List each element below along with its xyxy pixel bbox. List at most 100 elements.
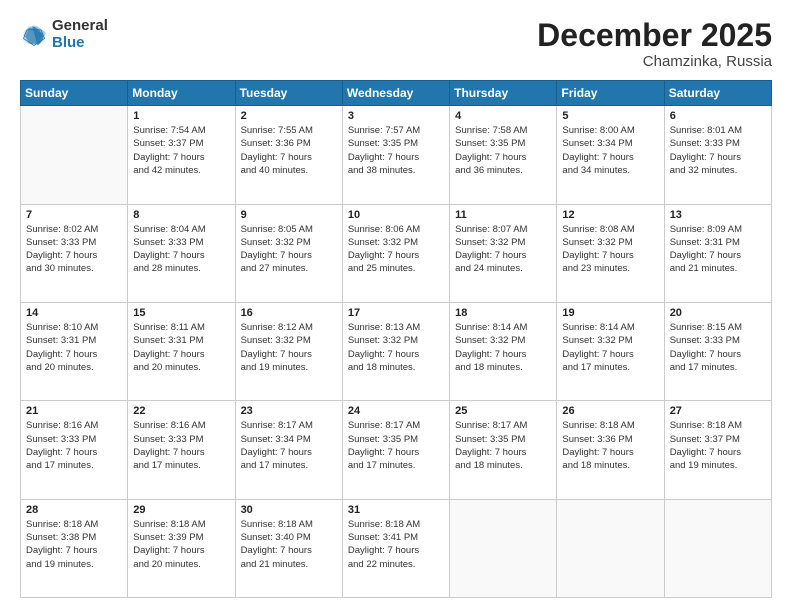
day-info: Sunrise: 8:18 AMSunset: 3:37 PMDaylight:… [670,419,766,472]
day-number: 17 [348,307,444,319]
logo-icon [20,21,48,49]
day-number: 8 [133,209,229,221]
day-number: 28 [26,504,122,516]
table-row: 11Sunrise: 8:07 AMSunset: 3:32 PMDayligh… [450,204,557,302]
table-row: 16Sunrise: 8:12 AMSunset: 3:32 PMDayligh… [235,302,342,400]
calendar-header-row: Sunday Monday Tuesday Wednesday Thursday… [21,81,772,106]
day-info: Sunrise: 8:18 AMSunset: 3:38 PMDaylight:… [26,518,122,571]
table-row [450,499,557,597]
table-row [557,499,664,597]
table-row: 27 Sunrise: 8:18 AMSunset: 3:37 PMDayligh… [664,401,771,499]
table-row: 9Sunrise: 8:05 AMSunset: 3:32 PMDaylight… [235,204,342,302]
day-info: Sunrise: 8:17 AMSunset: 3:34 PMDaylight:… [241,419,337,472]
day-info: Sunrise: 8:15 AMSunset: 3:33 PMDaylight:… [670,321,766,374]
table-row: 2 Sunrise: 7:55 AMSunset: 3:36 PMDaylight… [235,106,342,204]
day-number: 6 [670,110,766,122]
logo-general: General [52,18,108,35]
col-wednesday: Wednesday [342,81,449,106]
table-row: 1 Sunrise: 7:54 AMSunset: 3:37 PMDaylight… [128,106,235,204]
day-number: 20 [670,307,766,319]
day-number: 16 [241,307,337,319]
title-block: December 2025 Chamzinka, Russia [537,18,772,70]
day-number: 25 [455,405,551,417]
day-info: Sunrise: 7:57 AMSunset: 3:35 PMDaylight:… [348,124,444,177]
location: Chamzinka, Russia [537,53,772,70]
calendar-week-row: 1 Sunrise: 7:54 AMSunset: 3:37 PMDaylight… [21,106,772,204]
table-row: 10 Sunrise: 8:06 AMSunset: 3:32 PMDayligh… [342,204,449,302]
table-row: 18Sunrise: 8:14 AMSunset: 3:32 PMDayligh… [450,302,557,400]
table-row: 12Sunrise: 8:08 AMSunset: 3:32 PMDayligh… [557,204,664,302]
day-number: 21 [26,405,122,417]
table-row [21,106,128,204]
table-row: 15 Sunrise: 8:11 AMSunset: 3:31 PMDayligh… [128,302,235,400]
month-title: December 2025 [537,18,772,53]
table-row: 30 Sunrise: 8:18 AMSunset: 3:40 PMDayligh… [235,499,342,597]
day-number: 19 [562,307,658,319]
day-number: 26 [562,405,658,417]
day-info: Sunrise: 8:16 AMSunset: 3:33 PMDaylight:… [26,419,122,472]
day-number: 15 [133,307,229,319]
logo-text: General Blue [52,18,108,51]
day-info: Sunrise: 8:06 AMSunset: 3:32 PMDaylight:… [348,223,444,276]
day-number: 4 [455,110,551,122]
calendar-week-row: 14Sunrise: 8:10 AMSunset: 3:31 PMDayligh… [21,302,772,400]
day-info: Sunrise: 8:18 AMSunset: 3:39 PMDaylight:… [133,518,229,571]
logo-blue: Blue [52,35,108,52]
table-row: 26Sunrise: 8:18 AMSunset: 3:36 PMDayligh… [557,401,664,499]
day-number: 29 [133,504,229,516]
day-number: 30 [241,504,337,516]
day-info: Sunrise: 8:07 AMSunset: 3:32 PMDaylight:… [455,223,551,276]
day-number: 2 [241,110,337,122]
day-info: Sunrise: 8:00 AMSunset: 3:34 PMDaylight:… [562,124,658,177]
day-info: Sunrise: 8:09 AMSunset: 3:31 PMDaylight:… [670,223,766,276]
day-info: Sunrise: 7:54 AMSunset: 3:37 PMDaylight:… [133,124,229,177]
calendar-table: Sunday Monday Tuesday Wednesday Thursday… [20,80,772,598]
table-row: 6 Sunrise: 8:01 AMSunset: 3:33 PMDaylight… [664,106,771,204]
day-number: 1 [133,110,229,122]
table-row: 21 Sunrise: 8:16 AMSunset: 3:33 PMDayligh… [21,401,128,499]
table-row: 28 Sunrise: 8:18 AMSunset: 3:38 PMDayligh… [21,499,128,597]
table-row: 14Sunrise: 8:10 AMSunset: 3:31 PMDayligh… [21,302,128,400]
table-row: 3 Sunrise: 7:57 AMSunset: 3:35 PMDaylight… [342,106,449,204]
table-row: 20 Sunrise: 8:15 AMSunset: 3:33 PMDayligh… [664,302,771,400]
table-row: 7 Sunrise: 8:02 AMSunset: 3:33 PMDaylight… [21,204,128,302]
table-row: 4 Sunrise: 7:58 AMSunset: 3:35 PMDaylight… [450,106,557,204]
day-info: Sunrise: 7:55 AMSunset: 3:36 PMDaylight:… [241,124,337,177]
table-row: 29 Sunrise: 8:18 AMSunset: 3:39 PMDayligh… [128,499,235,597]
day-info: Sunrise: 8:02 AMSunset: 3:33 PMDaylight:… [26,223,122,276]
day-number: 3 [348,110,444,122]
day-number: 13 [670,209,766,221]
table-row: 19 Sunrise: 8:14 AMSunset: 3:32 PMDayligh… [557,302,664,400]
table-row: 22Sunrise: 8:16 AMSunset: 3:33 PMDayligh… [128,401,235,499]
col-saturday: Saturday [664,81,771,106]
table-row: 25 Sunrise: 8:17 AMSunset: 3:35 PMDayligh… [450,401,557,499]
day-number: 27 [670,405,766,417]
page-header: General Blue December 2025 Chamzinka, Ru… [20,18,772,70]
calendar-week-row: 7 Sunrise: 8:02 AMSunset: 3:33 PMDaylight… [21,204,772,302]
day-info: Sunrise: 8:18 AMSunset: 3:41 PMDaylight:… [348,518,444,571]
table-row: 23 Sunrise: 8:17 AMSunset: 3:34 PMDayligh… [235,401,342,499]
table-row: 31 Sunrise: 8:18 AMSunset: 3:41 PMDayligh… [342,499,449,597]
col-tuesday: Tuesday [235,81,342,106]
day-info: Sunrise: 8:18 AMSunset: 3:40 PMDaylight:… [241,518,337,571]
col-friday: Friday [557,81,664,106]
day-info: Sunrise: 8:01 AMSunset: 3:33 PMDaylight:… [670,124,766,177]
table-row: 5Sunrise: 8:00 AMSunset: 3:34 PMDaylight… [557,106,664,204]
calendar-week-row: 28 Sunrise: 8:18 AMSunset: 3:38 PMDayligh… [21,499,772,597]
day-number: 18 [455,307,551,319]
day-number: 24 [348,405,444,417]
table-row: 17Sunrise: 8:13 AMSunset: 3:32 PMDayligh… [342,302,449,400]
logo: General Blue [20,18,108,51]
day-info: Sunrise: 8:11 AMSunset: 3:31 PMDaylight:… [133,321,229,374]
day-number: 10 [348,209,444,221]
day-number: 23 [241,405,337,417]
day-info: Sunrise: 7:58 AMSunset: 3:35 PMDaylight:… [455,124,551,177]
day-info: Sunrise: 8:14 AMSunset: 3:32 PMDaylight:… [562,321,658,374]
day-info: Sunrise: 8:08 AMSunset: 3:32 PMDaylight:… [562,223,658,276]
day-info: Sunrise: 8:05 AMSunset: 3:32 PMDaylight:… [241,223,337,276]
day-number: 31 [348,504,444,516]
day-number: 14 [26,307,122,319]
day-number: 7 [26,209,122,221]
day-info: Sunrise: 8:17 AMSunset: 3:35 PMDaylight:… [455,419,551,472]
col-thursday: Thursday [450,81,557,106]
